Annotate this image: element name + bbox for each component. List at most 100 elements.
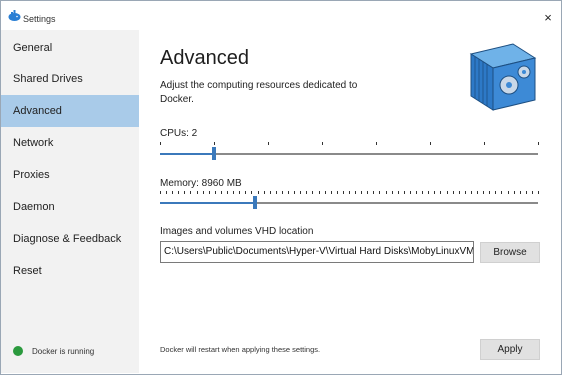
slider-tick [507, 191, 509, 194]
vhd-location-field[interactable]: C:\Users\Public\Documents\Hyper-V\Virtua… [160, 241, 474, 263]
slider-tick [349, 191, 350, 194]
slider-tick [484, 142, 485, 145]
memory-slider-ticks [160, 191, 539, 195]
slider-tick [452, 191, 454, 194]
slider-tick [233, 191, 235, 194]
status-dot-icon [13, 346, 23, 356]
close-button[interactable]: × [541, 11, 555, 26]
sidebar-item-shared-drives[interactable]: Shared Drives [1, 63, 139, 95]
restart-note: Docker will restart when applying these … [160, 345, 321, 354]
slider-tick [519, 191, 521, 194]
sidebar-item-advanced[interactable]: Advanced [1, 95, 139, 127]
slider-tick [422, 191, 424, 194]
slider-tick [190, 191, 192, 194]
slider-tick [239, 191, 241, 194]
slider-tick [483, 191, 485, 194]
slider-tick [166, 191, 168, 194]
vhd-location-label: Images and volumes VHD location [160, 226, 314, 237]
slider-tick [336, 191, 338, 194]
slider-tick [458, 191, 460, 194]
slider-tick [214, 142, 215, 145]
slider-tick [416, 191, 418, 194]
memory-slider-fill [160, 202, 255, 204]
slider-tick [361, 191, 363, 194]
slider-tick [178, 191, 180, 194]
memory-slider-thumb[interactable] [252, 196, 257, 209]
slider-tick [214, 191, 216, 194]
cpus-slider[interactable] [160, 142, 539, 162]
slider-tick [538, 142, 539, 145]
slider-tick [501, 191, 503, 194]
cpus-slider-track [160, 153, 538, 155]
slider-tick [355, 191, 357, 194]
slider-tick [312, 191, 314, 194]
slider-tick [322, 142, 323, 145]
docker-status: Docker is running [13, 344, 94, 358]
slider-tick [208, 191, 210, 194]
sidebar-item-diagnose-feedback[interactable]: Diagnose & Feedback [1, 223, 139, 255]
slider-tick [294, 191, 296, 194]
slider-tick [379, 191, 381, 194]
page-description: Adjust the computing resources dedicated… [160, 80, 358, 105]
slider-tick [397, 191, 399, 194]
slider-tick [495, 191, 497, 194]
slider-tick [275, 191, 277, 194]
slider-tick [227, 191, 229, 194]
slider-tick [300, 191, 302, 194]
slider-tick [318, 191, 320, 194]
slider-tick [531, 191, 533, 194]
slider-tick [245, 191, 247, 194]
slider-tick [409, 191, 411, 194]
sidebar-item-daemon[interactable]: Daemon [1, 191, 139, 223]
sidebar-item-reset[interactable]: Reset [1, 255, 139, 287]
slider-tick [202, 191, 204, 194]
slider-tick [330, 191, 332, 194]
slider-tick [268, 142, 269, 145]
slider-tick [446, 191, 448, 194]
docker-whale-icon [8, 10, 21, 21]
memory-slider[interactable] [160, 191, 539, 211]
slider-tick [373, 191, 375, 194]
slider-tick [525, 191, 527, 194]
window-title: Settings [23, 14, 56, 24]
slider-tick [434, 191, 436, 194]
slider-tick [391, 191, 393, 194]
slider-tick [281, 191, 283, 194]
status-text: Docker is running [32, 346, 95, 356]
slider-tick [513, 191, 515, 194]
settings-window: Settings × General Shared Drives Advance… [0, 0, 562, 375]
slider-tick [263, 191, 265, 194]
slider-tick [251, 191, 253, 194]
slider-tick [269, 191, 271, 194]
slider-tick [464, 191, 466, 194]
slider-tick [220, 191, 222, 194]
slider-tick [489, 191, 491, 194]
cpus-slider-thumb[interactable] [212, 147, 217, 160]
apply-button[interactable]: Apply [480, 339, 540, 360]
sidebar-item-proxies[interactable]: Proxies [1, 159, 139, 191]
main-panel: Advanced Adjust the computing resources … [139, 30, 561, 373]
slider-tick [385, 191, 387, 194]
slider-tick [184, 191, 186, 194]
slider-tick [477, 191, 479, 194]
slider-tick [257, 191, 259, 194]
cpus-slider-fill [160, 153, 215, 155]
slider-tick [440, 191, 442, 194]
sidebar-item-network[interactable]: Network [1, 127, 139, 159]
sidebar-item-general[interactable]: General [1, 32, 139, 64]
title-bar: Settings × [1, 1, 561, 29]
slider-tick [376, 142, 377, 145]
slider-tick [428, 191, 430, 194]
slider-tick [306, 191, 308, 194]
slider-tick [196, 191, 198, 194]
slider-tick [172, 191, 174, 194]
cpus-slider-ticks [160, 142, 539, 146]
slider-tick [288, 191, 290, 194]
slider-tick [324, 191, 326, 194]
slider-tick [367, 191, 369, 194]
slider-tick [160, 191, 161, 194]
slider-tick [160, 142, 161, 145]
browse-button[interactable]: Browse [480, 242, 540, 263]
slider-tick [470, 191, 472, 194]
slider-tick [430, 142, 431, 145]
